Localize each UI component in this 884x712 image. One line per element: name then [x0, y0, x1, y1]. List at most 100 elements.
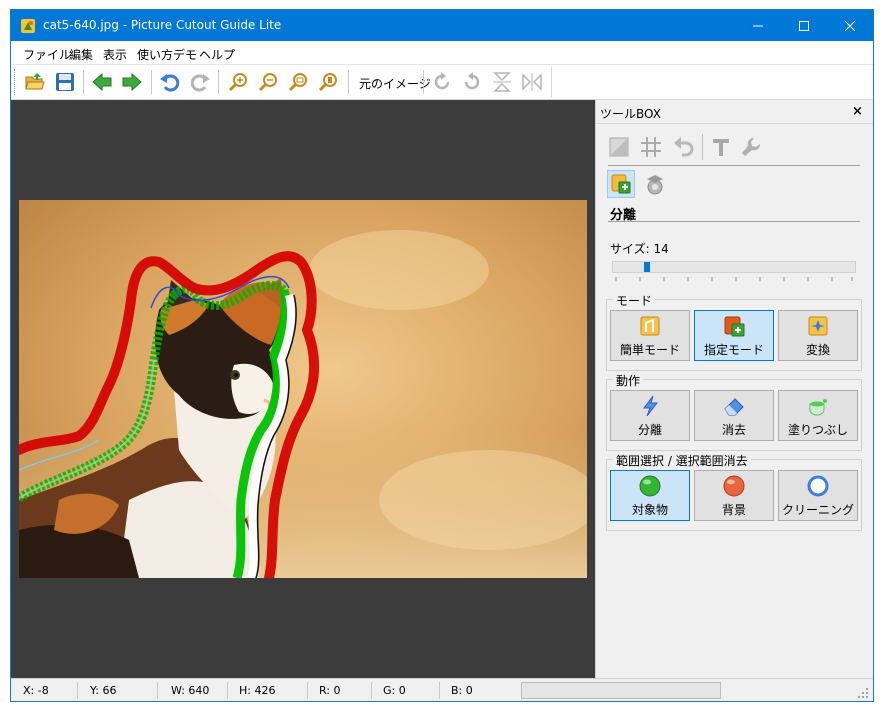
- tab-separation[interactable]: [607, 170, 635, 198]
- status-y: Y: 66: [90, 684, 117, 697]
- zoom-fit-button[interactable]: [284, 68, 312, 96]
- toolbar-end: [551, 67, 552, 97]
- red-circle-icon: [722, 474, 746, 498]
- rotate-ccw-icon: [464, 72, 480, 90]
- flip-horizontal-button[interactable]: [518, 68, 546, 96]
- toolbar-separator: [218, 70, 219, 94]
- toolbar-grip[interactable]: [14, 69, 17, 95]
- wrench-tool-button[interactable]: [739, 135, 763, 159]
- toolbar-separator: [151, 70, 152, 94]
- slider-ticks: [615, 277, 853, 281]
- status-progress-bar: [521, 682, 721, 699]
- separate-button[interactable]: 分離: [610, 390, 690, 441]
- zoom-in-icon: [228, 73, 247, 92]
- easy-mode-icon: [638, 314, 662, 338]
- status-width: W: 640: [171, 684, 210, 697]
- resize-grip-icon[interactable]: [857, 687, 869, 699]
- undo-button[interactable]: [156, 68, 184, 96]
- grid-icon: [641, 137, 661, 157]
- range-group-label: 範囲選択 / 選択範囲消去: [613, 452, 751, 469]
- wrench-icon: [742, 137, 761, 156]
- close-button[interactable]: [827, 10, 873, 41]
- slider-thumb[interactable]: [644, 262, 650, 272]
- forward-button[interactable]: [118, 68, 146, 96]
- lightning-icon: [638, 394, 662, 418]
- text-icon: [713, 139, 729, 156]
- cat-photo[interactable]: [19, 200, 587, 578]
- status-separator: [439, 682, 440, 699]
- save-file-button[interactable]: [51, 68, 79, 96]
- toolbar-separator: [83, 70, 84, 94]
- rotate-left-button[interactable]: [458, 68, 486, 96]
- rotate-right-button[interactable]: [428, 68, 456, 96]
- zoom-actual-button[interactable]: [314, 68, 342, 96]
- status-x: X: -8: [23, 684, 49, 697]
- zoom-in-button[interactable]: [224, 68, 252, 96]
- toolbar-separator: [423, 70, 424, 94]
- undo-icon: [674, 137, 694, 157]
- menu-demo[interactable]: 使い方デモ: [137, 46, 197, 63]
- convert-icon: [806, 314, 830, 338]
- minimize-icon: [753, 25, 763, 26]
- toolbox-header: ツールBOX ×: [596, 100, 873, 124]
- menu-view[interactable]: 表示: [103, 46, 127, 63]
- object-button[interactable]: 対象物: [610, 470, 690, 521]
- status-blue: B: 0: [451, 684, 473, 697]
- title-bar[interactable]: cat5-640.jpg - Picture Cutout Guide Lite: [11, 10, 873, 41]
- app-icon: [21, 19, 35, 33]
- tab-advanced[interactable]: [641, 171, 669, 199]
- text-tool-button[interactable]: [709, 135, 733, 159]
- original-image-button[interactable]: 元のイメージ: [359, 75, 431, 92]
- ring-icon: [806, 474, 830, 498]
- app-window: cat5-640.jpg - Picture Cutout Guide Lite…: [10, 9, 874, 702]
- zoom-actual-icon: [318, 73, 337, 92]
- brush-size-slider[interactable]: [612, 261, 856, 273]
- grid-tool-button[interactable]: [639, 135, 663, 159]
- image-canvas[interactable]: [11, 100, 595, 678]
- menu-help[interactable]: ヘルプ: [199, 46, 235, 63]
- status-bar: X: -8 Y: 66 W: 640 H: 426 R: 0 G: 0 B: 0: [11, 678, 873, 701]
- specify-mode-icon: [722, 314, 746, 338]
- flip-vertical-button[interactable]: [488, 68, 516, 96]
- cleaning-button[interactable]: クリーニング: [778, 470, 858, 521]
- crop-icon: [609, 137, 629, 157]
- status-height: H: 426: [239, 684, 276, 697]
- action-group: 動作 分離 消去 塗りつぶし: [606, 372, 862, 451]
- range-group: 範囲選択 / 選択範囲消去 対象物 背景 クリーニング: [606, 452, 862, 531]
- gear-hat-icon: [647, 175, 663, 195]
- maximize-icon: [799, 20, 809, 31]
- maximize-button[interactable]: [781, 10, 827, 41]
- menu-edit[interactable]: 編集: [69, 46, 93, 63]
- action-group-label: 動作: [613, 372, 644, 389]
- status-separator: [77, 682, 78, 699]
- close-icon: [845, 20, 855, 31]
- toolbox-divider: [608, 165, 860, 166]
- zoom-fit-icon: [288, 73, 307, 92]
- redo-icon: [190, 74, 210, 92]
- crop-tool-button[interactable]: [607, 135, 631, 159]
- toolbox-close-button[interactable]: ×: [852, 104, 863, 119]
- eraser-icon: [722, 394, 746, 418]
- floppy-disk-icon: [56, 73, 74, 91]
- window-title: cat5-640.jpg - Picture Cutout Guide Lite: [43, 18, 282, 32]
- back-button[interactable]: [88, 68, 116, 96]
- erase-button[interactable]: 消去: [694, 390, 774, 441]
- open-file-button[interactable]: [21, 68, 49, 96]
- easy-mode-button[interactable]: 簡単モード: [610, 310, 690, 361]
- specify-mode-button[interactable]: 指定モード: [694, 310, 774, 361]
- menu-file[interactable]: ファイル: [23, 46, 71, 63]
- zoom-out-button[interactable]: [254, 68, 282, 96]
- minimize-button[interactable]: [735, 10, 781, 41]
- background-button[interactable]: 背景: [694, 470, 774, 521]
- zoom-out-icon: [258, 73, 277, 92]
- rotate-cw-icon: [434, 72, 450, 90]
- paint-bucket-icon: [806, 394, 830, 418]
- redo-button[interactable]: [186, 68, 214, 96]
- toolbar-separator: [348, 70, 349, 94]
- fill-button[interactable]: 塗りつぶし: [778, 390, 858, 441]
- menu-bar: ファイル 編集 表示 使い方デモ ヘルプ: [11, 41, 873, 65]
- arrow-right-icon: [122, 72, 142, 92]
- status-separator: [157, 682, 158, 699]
- convert-mode-button[interactable]: 変換: [778, 310, 858, 361]
- undo-tool-button[interactable]: [671, 135, 695, 159]
